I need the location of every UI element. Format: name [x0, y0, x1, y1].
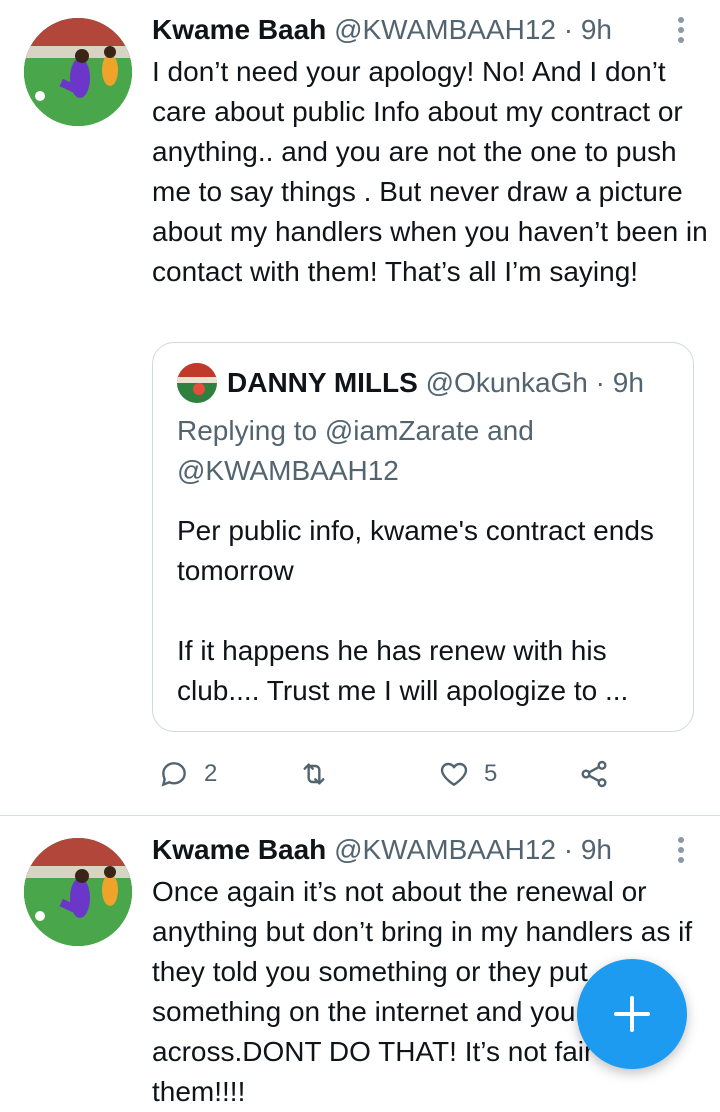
author-handle[interactable]: @KWAMBAAH12 — [334, 14, 556, 45]
like-button[interactable]: 5 — [438, 754, 497, 794]
quote-text: Per public info, kwame's contract ends t… — [177, 515, 654, 706]
retweet-button[interactable] — [298, 754, 344, 794]
quote-timestamp: 9h — [612, 367, 644, 398]
share-icon — [581, 760, 607, 788]
more-vertical-icon[interactable] — [670, 14, 690, 46]
replying-to: Replying to @iamZarate and @KWAMBAAH12 — [177, 415, 534, 486]
quote-author-handle: @OkunkaGh — [425, 367, 588, 398]
quote-author-name: DANNY MILLS — [227, 367, 418, 398]
reply-count: 2 — [204, 760, 218, 787]
separator: · — [563, 14, 574, 45]
quote-separator: · — [595, 367, 605, 398]
author-handle[interactable]: @KWAMBAAH12 — [334, 834, 556, 865]
quoted-tweet[interactable]: DANNY MILLS @OkunkaGh · 9h Replying to @… — [152, 342, 694, 732]
tweet-header: Kwame Baah @KWAMBAAH12 · 9h — [152, 832, 612, 868]
author-name[interactable]: Kwame Baah — [152, 14, 326, 45]
plus-icon — [614, 996, 650, 1032]
quote-header: DANNY MILLS @OkunkaGh · 9h — [227, 365, 644, 401]
reply-button[interactable]: 2 — [158, 754, 217, 794]
action-bar: 2 5 — [0, 754, 720, 794]
tweet-header: Kwame Baah @KWAMBAAH12 · 9h — [152, 12, 612, 48]
separator: · — [563, 834, 574, 865]
quote-avatar[interactable] — [177, 363, 217, 403]
timestamp[interactable]: 9h — [581, 834, 612, 865]
like-count: 5 — [484, 760, 498, 787]
share-button[interactable] — [578, 754, 610, 794]
reply-icon — [161, 762, 186, 787]
avatar[interactable] — [24, 18, 132, 126]
compose-button[interactable] — [577, 959, 687, 1069]
author-name[interactable]: Kwame Baah — [152, 834, 326, 865]
tweet-text: I don’t need your apology! No! And I don… — [152, 56, 708, 287]
retweet-icon — [303, 763, 325, 785]
tweet-1[interactable]: Kwame Baah @KWAMBAAH12 · 9h I don’t need… — [0, 0, 720, 815]
avatar[interactable] — [24, 838, 132, 946]
more-vertical-icon[interactable] — [670, 834, 690, 866]
timestamp[interactable]: 9h — [581, 14, 612, 45]
heart-icon — [440, 762, 468, 786]
